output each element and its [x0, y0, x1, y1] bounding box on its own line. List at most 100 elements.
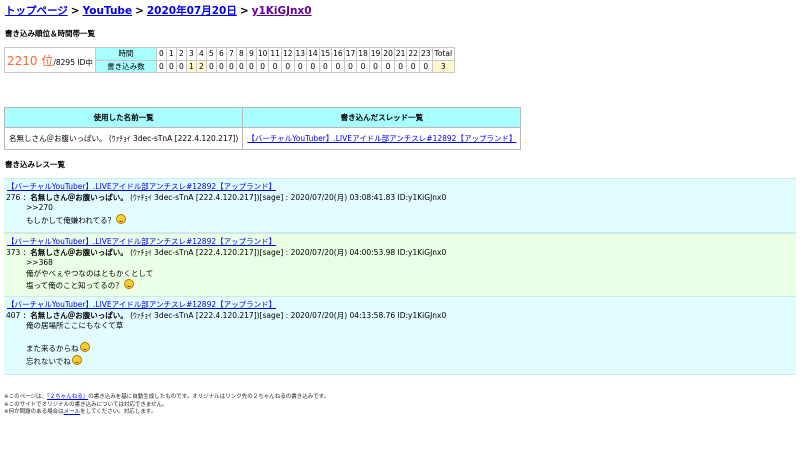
hour-count-cell: 0 [245, 59, 257, 73]
time-label: 時間 [94, 47, 157, 61]
breadcrumb-user-link[interactable]: y1KiGJnx0 [252, 5, 312, 17]
hour-header-cell: 16 [331, 47, 345, 61]
hour-header-cell: 19 [368, 47, 383, 61]
post-author: 名無しさん＠お腹いっぱい。 [30, 310, 128, 320]
post-line: 俺がやべぇやつなのはともかくとして [26, 268, 154, 278]
breadcrumb-date-link[interactable]: 2020年07月20日 [147, 5, 237, 17]
post-line: 忘れないでね [26, 356, 71, 366]
rank-time-table: 2210 位/8295 ID中 時間 0 1 2 3 4 5 6 7 8 9 10 11 12 13 14 1… [4, 47, 456, 73]
post-line: また来るからね [26, 344, 79, 353]
hour-count-cell: 0 [255, 59, 270, 73]
post-author: 名無しさん＠お腹いっぱい。 [30, 192, 128, 202]
hour-header-cell: 1 [165, 47, 177, 61]
post-meta: (ｳｧﾁｮｲ 3dec-sTnA [222.4.120.217])[sage] … [127, 192, 447, 202]
breadcrumb-separator: > [70, 5, 80, 17]
post-author: 名無しさん＠お腹いっぱい。 [30, 247, 128, 257]
hour-header-cell: 6 [215, 47, 227, 61]
hour-count-cell: 0 [381, 59, 395, 73]
hour-count-cell: 0 [331, 59, 345, 73]
breadcrumb: トップページ > YouTube >2020年07月20日 > y1KiGJnx0 [5, 3, 312, 18]
breadcrumb-separator: > [239, 5, 249, 17]
hour-count-cell: 0 [235, 59, 247, 73]
post-number: 276 [6, 192, 21, 202]
post-line: 塩って俺のこと知ってるの？ [26, 281, 123, 290]
name-entry: 名無しさん＠お腹いっぱい。 (ｳｧﾁｮｲ 3dec-sTnA [222.4.12… [3, 127, 244, 150]
hour-header-cell: 9 [245, 47, 257, 61]
post-meta: (ｳｧﾁｮｲ 3dec-sTnA [222.4.120.217])[sage] … [127, 310, 447, 320]
post-header: 373 ：名無しさん＠お腹いっぱい。 (ｳｧﾁｮｲ 3dec-sTnA [222… [4, 248, 796, 259]
hour-header-cell: 3 [185, 47, 197, 61]
hour-header-cell: 13 [293, 47, 308, 61]
smiley-icon [79, 342, 90, 352]
post-number: 373 [6, 247, 21, 257]
footer-text: ※このページは、 [4, 394, 47, 400]
threads-header: 書き込んだスレッド一覧 [242, 107, 522, 128]
hour-header-cell: 11 [268, 47, 282, 61]
posts-heading: 書き込みレス一覧 [5, 160, 65, 169]
hour-count-cell: 0 [343, 59, 358, 73]
footer-text: をしてください。対応します。 [80, 409, 157, 415]
post-line: >>368 [26, 258, 53, 267]
post-line: 俺の居場所ここにもなくて草 [26, 321, 124, 330]
hour-count-cell: 0 [306, 59, 320, 73]
hour-count-cell: 0 [215, 59, 227, 73]
post-thread-link[interactable]: 【バーチャルYouTuber】.LIVEアイドル部アンチスレ#12892【アップ… [7, 182, 276, 191]
hour-count-cell: 0 [356, 59, 370, 73]
hour-count-cell: 2 [195, 59, 207, 73]
hour-count-cell: 1 [185, 59, 197, 73]
hour-count-cell: 0 [293, 59, 308, 73]
footer-text: の書き込みを基に自動生成したものです。オリジナルはリンク先の２ちゃんねるの書き込… [88, 394, 330, 400]
hour-header-cell: 22 [406, 47, 420, 61]
hour-header-cell: 8 [235, 47, 247, 61]
hour-header-cell: 10 [255, 47, 270, 61]
count-label: 書き込み数 [94, 59, 157, 73]
post-number: 407 [6, 310, 21, 320]
smiley-icon [123, 279, 134, 289]
hour-count-cell: 0 [165, 59, 177, 73]
hour-header-cell: 20 [381, 47, 395, 61]
breadcrumb-category-link[interactable]: YouTube [83, 5, 132, 17]
hour-header-cell: 5 [205, 47, 217, 61]
smiley-icon [116, 213, 127, 224]
hour-count-cell: 0 [175, 59, 187, 73]
rank-value: 2210 位 [7, 53, 54, 68]
hour-count-cell: 0 [393, 59, 408, 73]
post-thread-link[interactable]: 【バーチャルYouTuber】.LIVEアイドル部アンチスレ#12892【アップ… [7, 237, 276, 246]
post-meta: (ｳｧﾁｮｲ 3dec-sTnA [222.4.120.217])[sage] … [127, 247, 447, 257]
total-count-cell: 3 [431, 59, 456, 73]
footer-2ch-link[interactable]: 『２ちゃんねる』 [47, 394, 88, 400]
hour-count-cell: 0 [155, 59, 167, 73]
post-body: >>368 俺がやべぇやつなのはともかくとして 塩って俺のこと知ってるの？ [4, 258, 796, 296]
post-line: もしかして俺嫌われてる？ [26, 215, 116, 225]
hour-count-cell: 0 [368, 59, 383, 73]
footer-text: ※何か問題のある場合は [4, 409, 64, 415]
footer-notes: ※このページは、『２ちゃんねる』の書き込みを基に自動生成したものです。オリジナル… [4, 394, 329, 417]
hour-header-cell: 12 [280, 47, 295, 61]
post-body: >>270 もしかして俺嫌われてる？ [4, 203, 796, 230]
hour-header-cell: 15 [318, 47, 333, 61]
names-threads-table: 使用した名前一覧 書き込んだスレッド一覧 名無しさん＠お腹いっぱい。 (ｳｧﾁｮ… [3, 107, 522, 150]
hour-count-cell: 0 [280, 59, 295, 73]
total-header-cell: Total [431, 47, 456, 61]
thread-link[interactable]: 【バーチャルYouTuber】.LIVEアイドル部アンチスレ#12892【アップ… [247, 134, 516, 143]
hour-header-cell: 4 [195, 47, 207, 61]
hour-count-cell: 0 [205, 59, 217, 73]
post-item: 【バーチャルYouTuber】.LIVEアイドル部アンチスレ#12892【アップ… [4, 233, 796, 298]
hour-header-cell: 0 [155, 47, 167, 61]
smiley-icon [71, 354, 82, 365]
hour-header-cell: 21 [393, 47, 408, 61]
hour-count-cell: 0 [225, 59, 237, 73]
post-thread-link[interactable]: 【バーチャルYouTuber】.LIVEアイドル部アンチスレ#12892【アップ… [7, 300, 276, 309]
footer-text: ※このサイトでオリジナルの書き込みについては対応できません。 [4, 401, 168, 408]
breadcrumb-home-link[interactable]: トップページ [5, 5, 68, 17]
hour-header-cell: 7 [225, 47, 237, 61]
hour-count-cell: 0 [418, 59, 433, 73]
post-header: 276 ：名無しさん＠お腹いっぱい。 (ｳｧﾁｮｲ 3dec-sTnA [222… [4, 193, 796, 204]
hour-header-cell: 14 [306, 47, 320, 61]
post-header: 407 ：名無しさん＠お腹いっぱい。 (ｳｧﾁｮｲ 3dec-sTnA [222… [4, 311, 796, 322]
stats-heading: 書き込み順位＆時間帯一覧 [5, 29, 95, 38]
hour-header-cell: 23 [418, 47, 433, 61]
footer-mail-link[interactable]: メール [64, 409, 81, 415]
post-item: 【バーチャルYouTuber】.LIVEアイドル部アンチスレ#12892【アップ… [4, 296, 796, 375]
